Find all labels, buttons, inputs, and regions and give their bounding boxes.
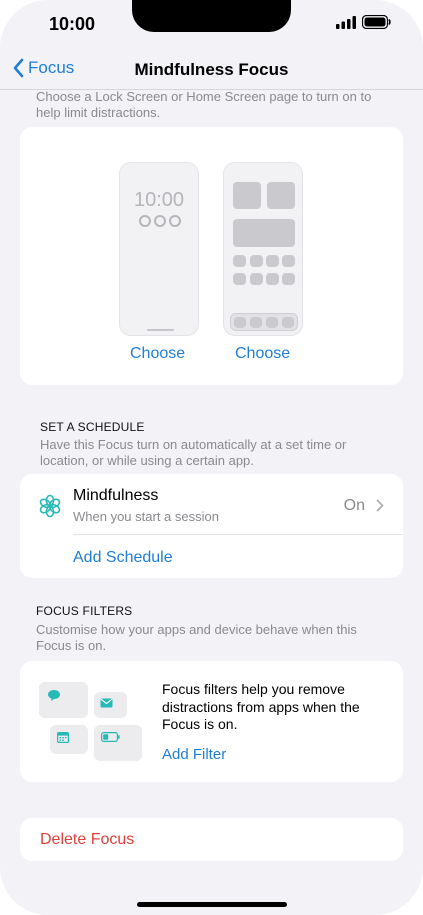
filters-explanation: Focus filters help you remove distractio… — [162, 681, 360, 732]
choose-lock-screen-button[interactable]: Choose — [130, 345, 185, 363]
delete-focus-button[interactable]: Delete Focus — [40, 831, 134, 849]
home-preview-widget — [233, 182, 261, 209]
filters-section-header: FOCUS FILTERS — [36, 604, 133, 618]
mindfulness-flower-icon — [39, 494, 61, 518]
filter-tile-messages — [39, 682, 88, 718]
row-divider — [73, 534, 403, 535]
message-icon — [48, 690, 60, 701]
schedule-description: Have this Focus turn on automatically at… — [40, 437, 347, 468]
mail-icon — [100, 698, 113, 708]
home-indicator — [137, 902, 287, 907]
lock-preview-home-bar — [147, 329, 174, 331]
home-preview-app — [282, 273, 295, 285]
filters-description: Customise how your apps and device behav… — [36, 622, 357, 653]
lock-preview-time: 10:00 — [133, 189, 185, 211]
schedule-item-status: On — [343, 497, 365, 514]
lock-preview-widgets — [139, 215, 181, 227]
status-time: 10:00 — [49, 14, 96, 34]
schedule-item-subtitle: When you start a session — [73, 509, 219, 524]
status-icons — [336, 15, 391, 29]
home-preview-widget — [267, 182, 295, 209]
add-filter-button[interactable]: Add Filter — [162, 746, 226, 763]
home-preview-app — [233, 273, 246, 285]
add-schedule-button[interactable]: Add Schedule — [73, 549, 173, 567]
schedule-section-header: SET A SCHEDULE — [40, 420, 145, 434]
home-preview-app — [233, 255, 246, 267]
screens-card: 10:00 Choose Choose — [20, 127, 403, 385]
phone-screen: 10:00 Focus Mindfulness Focus Choose a L… — [0, 0, 423, 915]
navigation-bar: Focus Mindfulness Focus — [0, 52, 423, 88]
schedule-card: Mindfulness When you start a session On … — [20, 474, 403, 578]
home-preview-app — [266, 273, 279, 285]
calendar-icon — [57, 732, 69, 743]
schedule-item-title: Mindfulness — [73, 487, 159, 504]
home-preview-widget-wide — [233, 219, 295, 247]
home-preview-app — [250, 273, 263, 285]
filter-tile-mail — [94, 692, 127, 718]
lock-screen-preview[interactable]: 10:00 — [119, 162, 199, 336]
filter-tile-calendar — [50, 725, 88, 754]
battery-icon — [101, 732, 120, 742]
page-title: Mindfulness Focus — [134, 60, 289, 79]
home-preview-dock — [230, 313, 298, 331]
schedule-row-mindfulness[interactable]: Mindfulness When you start a session On — [20, 474, 403, 534]
notch — [132, 0, 291, 32]
screens-description: Choose a Lock Screen or Home Screen page… — [36, 89, 372, 120]
chevron-right-icon — [376, 499, 384, 512]
home-preview-app — [250, 255, 263, 267]
filter-tile-battery — [94, 725, 142, 761]
home-preview-app — [266, 255, 279, 267]
battery-status-icon — [362, 15, 391, 29]
home-preview-app — [282, 255, 295, 267]
filters-card: Focus filters help you remove distractio… — [20, 661, 403, 782]
signal-icon — [336, 15, 356, 29]
home-screen-preview[interactable] — [223, 162, 303, 336]
choose-home-screen-button[interactable]: Choose — [235, 345, 290, 363]
